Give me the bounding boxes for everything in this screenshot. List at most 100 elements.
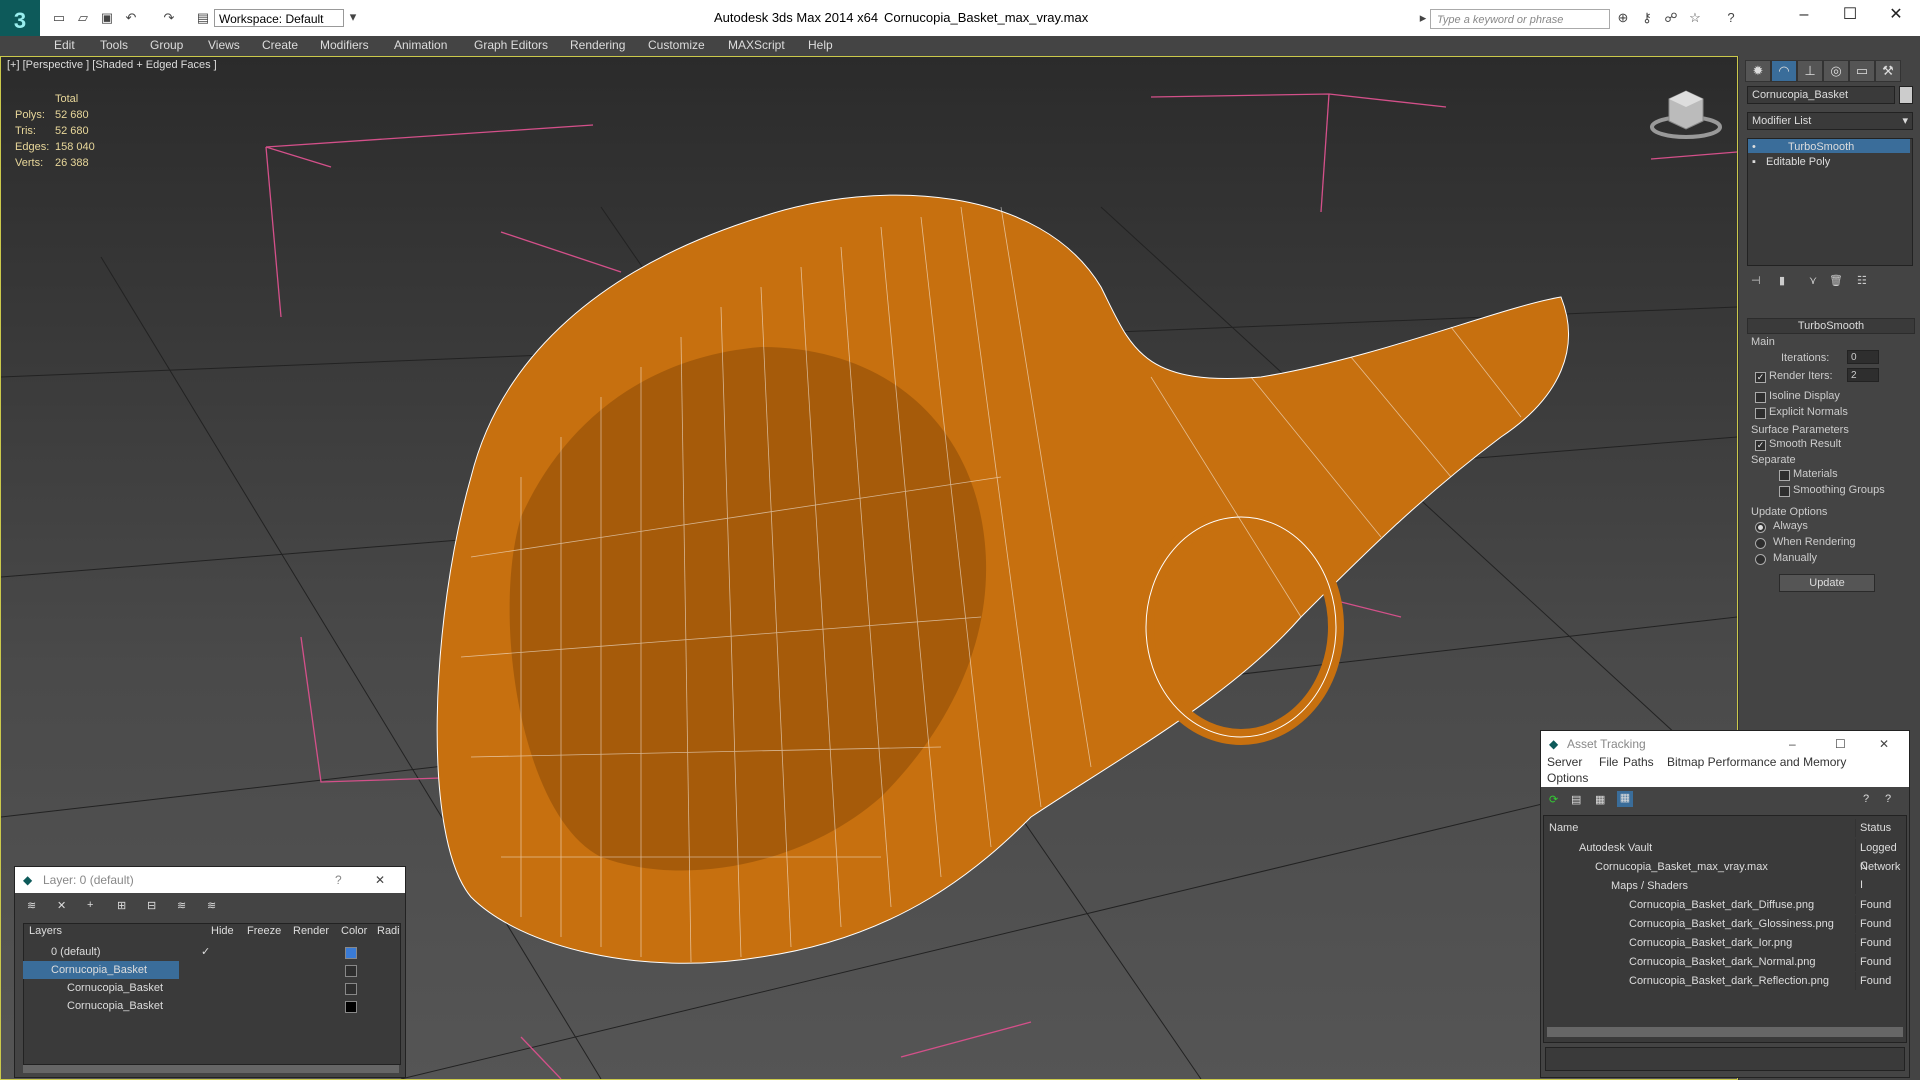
smoothing-groups-checkbox[interactable] (1779, 486, 1790, 497)
asset-row[interactable]: Cornucopia_Basket_dark_Glossiness.png Fou… (1545, 915, 1905, 934)
when-rendering-radio[interactable] (1755, 538, 1766, 549)
menu-rendering[interactable]: Rendering (570, 38, 625, 52)
asset-row[interactable]: Cornucopia_Basket_dark_Normal.png Found (1545, 953, 1905, 972)
list-view-icon[interactable]: ▤ (1571, 793, 1581, 806)
binoculars-icon[interactable]: ⊕ (1614, 10, 1632, 26)
table-view-icon[interactable]: ▦ (1617, 791, 1633, 807)
select-objects-icon[interactable]: ⊞ (117, 899, 126, 912)
tree-view-icon[interactable]: ▦ (1595, 793, 1605, 806)
key-icon[interactable]: ⚷ (1638, 10, 1656, 26)
object-name-field[interactable]: Cornucopia_Basket (1747, 86, 1895, 104)
close-icon[interactable]: ✕ (375, 867, 385, 893)
layer-row[interactable]: Cornucopia_Basket (23, 961, 399, 979)
new-file-icon[interactable]: ▭ (50, 10, 68, 26)
communication-icon[interactable]: ☍ (1662, 10, 1680, 26)
viewcube[interactable] (1650, 90, 1722, 139)
remove-modifier-icon[interactable]: 🗑 (1829, 274, 1843, 287)
search-input[interactable]: Type a keyword or phrase (1430, 9, 1610, 29)
create-tab-icon[interactable]: ✹ (1745, 60, 1771, 82)
col-freeze[interactable]: Freeze (247, 925, 281, 937)
delete-layer-icon[interactable]: ✕ (57, 899, 66, 912)
horizontal-scrollbar[interactable] (1547, 1027, 1903, 1037)
add-layer-icon[interactable]: + (87, 899, 93, 911)
motion-tab-icon[interactable]: ◎ (1823, 60, 1849, 82)
col-status[interactable]: Status (1855, 819, 1905, 837)
layer-color-swatch[interactable] (345, 983, 357, 995)
layer-row[interactable]: 0 (default) ✓ (23, 943, 399, 961)
asset-row[interactable]: Cornucopia_Basket_dark_Diffuse.png Found (1545, 896, 1905, 915)
menu-views[interactable]: Views (208, 38, 240, 52)
redo-icon[interactable]: ↷ (160, 10, 178, 26)
menu-group[interactable]: Group (150, 38, 183, 52)
viewport-label[interactable]: [+] [Perspective ] [Shaded + Edged Faces… (7, 59, 217, 71)
render-iters-spinner[interactable]: 2 (1847, 368, 1879, 382)
layer-color-swatch[interactable] (345, 1001, 357, 1013)
menu-help[interactable]: Help (808, 38, 833, 52)
active-layer-check-icon[interactable]: ✓ (201, 943, 210, 961)
menu-paths[interactable]: Paths (1623, 755, 1654, 769)
render-iters-checkbox[interactable]: ✓ (1755, 372, 1766, 383)
pin-stack-icon[interactable]: ⊣ (1751, 274, 1761, 287)
col-color[interactable]: Color (341, 925, 367, 937)
col-name[interactable]: Name (1549, 819, 1578, 837)
help-icon[interactable]: ? (1885, 793, 1891, 805)
open-file-icon[interactable]: ▱ (74, 10, 92, 26)
asset-row[interactable]: Maps / Shaders (1545, 877, 1905, 896)
undo-icon[interactable]: ↶ (122, 10, 140, 26)
modifier-list-dropdown[interactable]: Modifier List ▾ (1747, 112, 1913, 130)
highlight-layer-icon[interactable]: ⊟ (147, 899, 156, 912)
menu-create[interactable]: Create (262, 38, 298, 52)
layer-settings-icon[interactable]: ≋ (27, 899, 36, 912)
manually-radio[interactable] (1755, 554, 1766, 565)
horizontal-scrollbar[interactable] (23, 1065, 399, 1073)
display-tab-icon[interactable]: ▭ (1849, 60, 1875, 82)
close-button[interactable]: ✕ (1876, 4, 1916, 26)
hide-all-icon[interactable]: ≋ (177, 899, 186, 912)
menu-tools[interactable]: Tools (100, 38, 128, 52)
layer-row[interactable]: Cornucopia_Basket (23, 997, 399, 1015)
project-folder-icon[interactable]: ▤ (194, 10, 212, 26)
stack-item-turbosmooth[interactable]: • TurboSmooth (1748, 139, 1910, 153)
turbosmooth-rollout-header[interactable]: TurboSmooth (1747, 318, 1915, 334)
update-button[interactable]: Update (1779, 574, 1875, 592)
col-hide[interactable]: Hide (211, 925, 234, 937)
maximize-button[interactable]: ☐ (1830, 4, 1870, 26)
help-button[interactable]: ? (335, 867, 342, 893)
layer-color-swatch[interactable] (345, 947, 357, 959)
menu-edit[interactable]: Edit (54, 38, 75, 52)
layer-row[interactable]: Cornucopia_Basket (23, 979, 399, 997)
menu-maxscript[interactable]: MAXScript (728, 38, 785, 52)
workspace-dropdown[interactable]: Workspace: Default (214, 9, 344, 27)
stack-item-editable-poly[interactable]: ▪ Editable Poly (1748, 154, 1910, 168)
freeze-all-icon[interactable]: ≋ (207, 899, 216, 912)
menu-animation[interactable]: Animation (394, 38, 447, 52)
smooth-result-checkbox[interactable]: ✓ (1755, 440, 1766, 451)
save-icon[interactable]: ▣ (98, 10, 116, 26)
show-end-result-icon[interactable]: ▮ (1779, 274, 1785, 287)
asset-row[interactable]: Autodesk Vault Logged C (1545, 839, 1905, 875)
isoline-display-checkbox[interactable] (1755, 392, 1766, 403)
materials-checkbox[interactable] (1779, 470, 1790, 481)
menu-modifiers[interactable]: Modifiers (320, 38, 369, 52)
layer-color-swatch[interactable] (345, 965, 357, 977)
configure-sets-icon[interactable]: ☷ (1857, 274, 1867, 287)
menu-options[interactable]: Options (1547, 771, 1588, 785)
asset-row[interactable]: Cornucopia_Basket_max_vray.max Network I (1545, 858, 1905, 894)
explicit-normals-checkbox[interactable] (1755, 408, 1766, 419)
always-radio[interactable] (1755, 522, 1766, 533)
modify-tab-icon[interactable]: ◠ (1771, 60, 1797, 82)
col-layers[interactable]: Layers (29, 925, 62, 937)
menu-graph-editors[interactable]: Graph Editors (474, 38, 548, 52)
hierarchy-tab-icon[interactable]: ⊥ (1797, 60, 1823, 82)
chevron-down-icon[interactable]: ▾ (344, 9, 362, 25)
col-radiosity[interactable]: Radi (377, 925, 400, 937)
help-icon[interactable]: ? (1722, 10, 1740, 26)
expand-icon[interactable]: ▪ (1752, 154, 1756, 170)
utilities-tab-icon[interactable]: ⚒ (1875, 60, 1901, 82)
make-unique-icon[interactable]: ⋎ (1809, 274, 1817, 287)
col-render[interactable]: Render (293, 925, 329, 937)
asset-row[interactable]: Cornucopia_Basket_dark_Reflection.png Fou… (1545, 972, 1905, 991)
light-bulb-icon[interactable]: • (1752, 139, 1756, 155)
menu-server[interactable]: Server (1547, 755, 1582, 769)
menu-customize[interactable]: Customize (648, 38, 705, 52)
